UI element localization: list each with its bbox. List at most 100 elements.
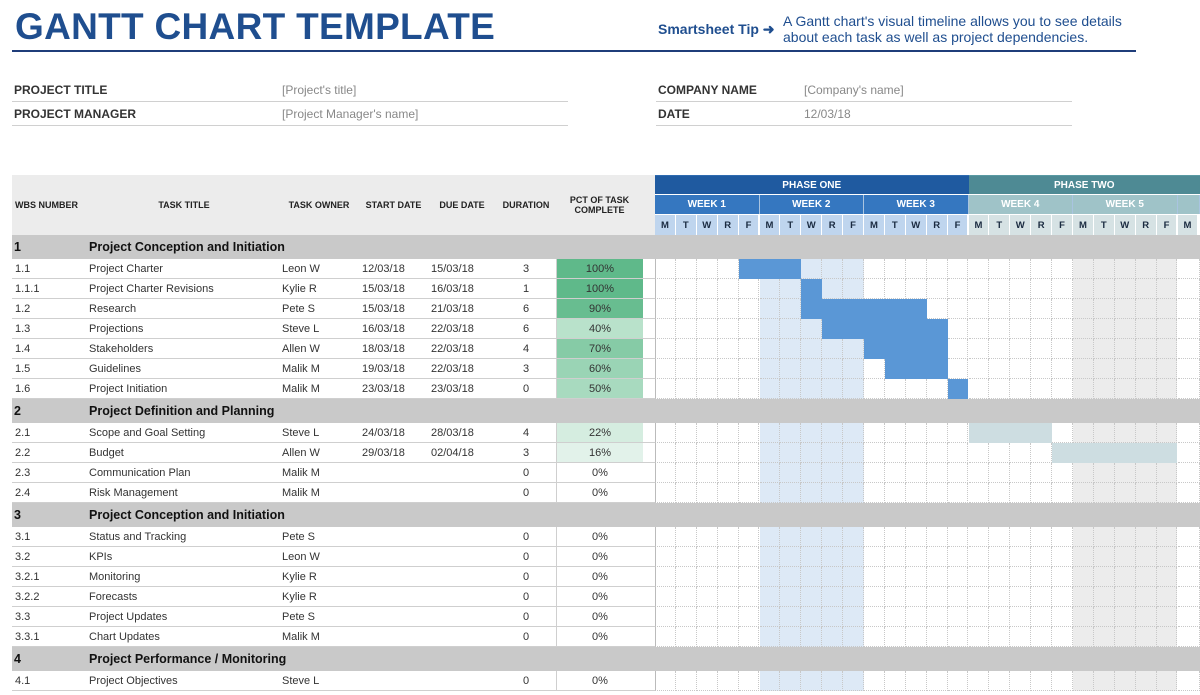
table-row[interactable]: 2.3 Communication Plan Malik M 0 0% (12, 463, 655, 483)
pct-complete-cell[interactable]: 0% (556, 567, 643, 586)
task-owner-cell[interactable]: Pete S (279, 611, 359, 623)
table-row[interactable]: 3.2.1 Monitoring Kylie R 0 0% (12, 567, 655, 587)
task-title-cell[interactable]: Status and Tracking (89, 531, 279, 543)
pct-complete-cell[interactable]: 0% (556, 463, 643, 482)
table-row[interactable]: 1.3 Projections Steve L 16/03/18 22/03/18 6 40… (12, 319, 655, 339)
task-bar[interactable] (1052, 443, 1178, 463)
task-owner-cell[interactable]: Allen W (279, 447, 359, 459)
project-manager-field[interactable]: [Project Manager's name] (282, 107, 418, 121)
table-row[interactable]: 3.3.1 Chart Updates Malik M 0 0% (12, 627, 655, 647)
task-bar[interactable] (884, 359, 948, 379)
task-title-cell[interactable]: Research (89, 303, 279, 315)
task-owner-cell[interactable]: Leon W (279, 263, 359, 275)
task-title-cell[interactable]: Risk Management (89, 487, 279, 499)
task-bar[interactable] (822, 319, 948, 339)
due-date-cell[interactable]: 21/03/18 (428, 303, 496, 315)
task-title-cell[interactable]: Project Initiation (89, 383, 279, 395)
pct-complete-cell[interactable]: 0% (556, 547, 643, 566)
table-row[interactable]: 2.2 Budget Allen W 29/03/18 02/04/18 3 16% (12, 443, 655, 463)
due-date-cell[interactable]: 28/03/18 (428, 427, 496, 439)
task-title-cell[interactable]: Scope and Goal Setting (89, 427, 279, 439)
pct-complete-cell[interactable]: 0% (556, 671, 643, 690)
table-row[interactable]: 1.6 Project Initiation Malik M 23/03/18 23/0… (12, 379, 655, 399)
table-row[interactable]: 1.5 Guidelines Malik M 19/03/18 22/03/18 3 60% (12, 359, 655, 379)
task-title-cell[interactable]: Forecasts (89, 591, 279, 603)
table-row[interactable]: 1.1.1 Project Charter Revisions Kylie R 15/… (12, 279, 655, 299)
start-date-cell[interactable]: 29/03/18 (359, 447, 428, 459)
due-date-cell[interactable]: 15/03/18 (428, 263, 496, 275)
due-date-cell[interactable]: 22/03/18 (428, 363, 496, 375)
task-bar[interactable] (864, 339, 948, 359)
task-title-cell[interactable]: Project Charter (89, 263, 279, 275)
task-bar[interactable] (947, 379, 969, 399)
task-owner-cell[interactable]: Leon W (279, 551, 359, 563)
pct-complete-cell[interactable]: 90% (556, 299, 643, 318)
task-owner-cell[interactable]: Allen W (279, 343, 359, 355)
due-date-cell[interactable]: 22/03/18 (428, 343, 496, 355)
task-title-cell[interactable]: Project Updates (89, 611, 279, 623)
start-date-cell[interactable]: 23/03/18 (359, 383, 428, 395)
start-date-cell[interactable]: 19/03/18 (359, 363, 428, 375)
task-bar[interactable] (801, 299, 927, 319)
pct-complete-cell[interactable]: 22% (556, 423, 643, 442)
pct-complete-cell[interactable]: 0% (556, 607, 643, 626)
task-owner-cell[interactable]: Kylie R (279, 283, 359, 295)
start-date-cell[interactable]: 15/03/18 (359, 283, 428, 295)
task-title-cell[interactable]: Budget (89, 447, 279, 459)
task-owner-cell[interactable]: Pete S (279, 303, 359, 315)
task-title-cell[interactable]: Project Objectives (89, 675, 279, 687)
due-date-cell[interactable]: 22/03/18 (428, 323, 496, 335)
task-title-cell[interactable]: Communication Plan (89, 467, 279, 479)
pct-complete-cell[interactable]: 0% (556, 527, 643, 546)
task-title-cell[interactable]: KPIs (89, 551, 279, 563)
table-row[interactable]: 3.1 Status and Tracking Pete S 0 0% (12, 527, 655, 547)
due-date-cell[interactable]: 16/03/18 (428, 283, 496, 295)
task-title-cell[interactable]: Project Charter Revisions (89, 283, 279, 295)
pct-complete-cell[interactable]: 0% (556, 587, 643, 606)
task-owner-cell[interactable]: Kylie R (279, 571, 359, 583)
pct-complete-cell[interactable]: 0% (556, 627, 643, 646)
table-row[interactable]: 2.1 Scope and Goal Setting Steve L 24/03/18… (12, 423, 655, 443)
task-owner-cell[interactable]: Steve L (279, 675, 359, 687)
company-name-field[interactable]: [Company's name] (804, 83, 904, 97)
task-title-cell[interactable]: Monitoring (89, 571, 279, 583)
task-title-cell[interactable]: Projections (89, 323, 279, 335)
start-date-cell[interactable]: 12/03/18 (359, 263, 428, 275)
due-date-cell[interactable]: 23/03/18 (428, 383, 496, 395)
pct-complete-cell[interactable]: 100% (556, 279, 643, 298)
task-bar[interactable] (968, 423, 1053, 443)
start-date-cell[interactable]: 15/03/18 (359, 303, 428, 315)
task-title-cell[interactable]: Stakeholders (89, 343, 279, 355)
task-title-cell[interactable]: Guidelines (89, 363, 279, 375)
table-row[interactable]: 4.1 Project Objectives Steve L 0 0% (12, 671, 655, 691)
start-date-cell[interactable]: 24/03/18 (359, 427, 428, 439)
table-row[interactable]: 1.2 Research Pete S 15/03/18 21/03/18 6 90% (12, 299, 655, 319)
table-row[interactable]: 3.3 Project Updates Pete S 0 0% (12, 607, 655, 627)
table-row[interactable]: 3.2.2 Forecasts Kylie R 0 0% (12, 587, 655, 607)
start-date-cell[interactable]: 16/03/18 (359, 323, 428, 335)
task-owner-cell[interactable]: Steve L (279, 323, 359, 335)
table-row[interactable]: 2.4 Risk Management Malik M 0 0% (12, 483, 655, 503)
task-owner-cell[interactable]: Malik M (279, 487, 359, 499)
task-owner-cell[interactable]: Kylie R (279, 591, 359, 603)
task-title-cell[interactable]: Chart Updates (89, 631, 279, 643)
task-owner-cell[interactable]: Pete S (279, 531, 359, 543)
pct-complete-cell[interactable]: 70% (556, 339, 643, 358)
due-date-cell[interactable]: 02/04/18 (428, 447, 496, 459)
pct-complete-cell[interactable]: 0% (556, 483, 643, 502)
pct-complete-cell[interactable]: 60% (556, 359, 643, 378)
task-owner-cell[interactable]: Malik M (279, 363, 359, 375)
pct-complete-cell[interactable]: 16% (556, 443, 643, 462)
table-row[interactable]: 1.1 Project Charter Leon W 12/03/18 15/03/18… (12, 259, 655, 279)
pct-complete-cell[interactable]: 50% (556, 379, 643, 398)
task-owner-cell[interactable]: Malik M (279, 383, 359, 395)
table-row[interactable]: 3.2 KPIs Leon W 0 0% (12, 547, 655, 567)
task-bar[interactable] (738, 259, 802, 279)
start-date-cell[interactable]: 18/03/18 (359, 343, 428, 355)
task-owner-cell[interactable]: Steve L (279, 427, 359, 439)
task-owner-cell[interactable]: Malik M (279, 467, 359, 479)
pct-complete-cell[interactable]: 100% (556, 259, 643, 278)
project-title-field[interactable]: [Project's title] (282, 83, 356, 97)
date-field[interactable]: 12/03/18 (804, 107, 851, 121)
task-bar[interactable] (801, 279, 823, 299)
